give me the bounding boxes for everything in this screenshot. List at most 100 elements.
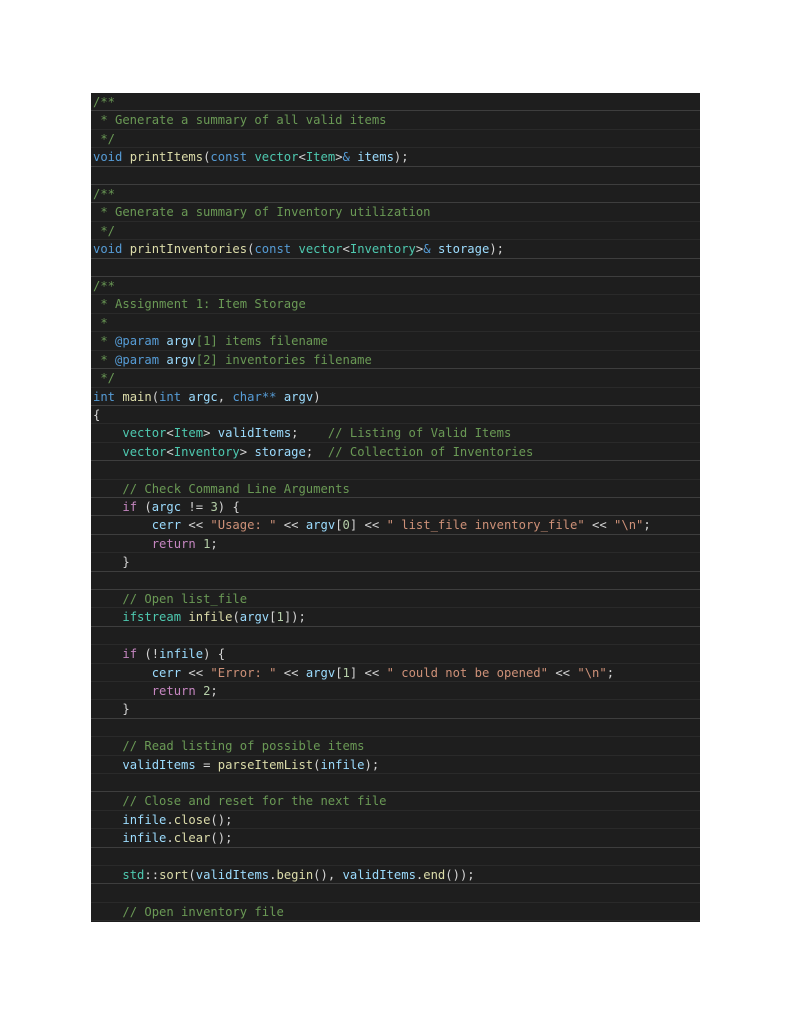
string-token: "Error: " [210, 665, 277, 680]
code-line[interactable] [91, 167, 700, 186]
keyword-token: & [423, 242, 431, 257]
code-line[interactable]: if (!infile) { [91, 645, 700, 664]
code-line[interactable] [91, 627, 700, 646]
variable-token: argc [188, 389, 218, 404]
code-line[interactable]: } [91, 700, 700, 719]
variable-token: infile [320, 757, 365, 772]
punctuation-token [431, 242, 438, 256]
code-line[interactable]: void printItems(const vector<Item>& item… [91, 148, 700, 167]
punctuation-token [93, 500, 122, 514]
variable-token: infile [122, 831, 167, 846]
variable-token: validItems [217, 426, 292, 441]
comment-token: /** [93, 279, 116, 294]
code-line[interactable]: // Open list_file [91, 590, 700, 609]
code-line[interactable]: * @param argv[1] items filename [91, 332, 700, 351]
function-name-token: infile [188, 610, 233, 625]
code-line[interactable]: vector<Item> validItems; // Listing of V… [91, 424, 700, 443]
code-line[interactable]: int main(int argc, char** argv) [91, 388, 700, 406]
function-name-token: printInventories [129, 242, 248, 257]
code-line[interactable]: */ [91, 369, 700, 388]
code-line[interactable]: * Generate a summary of all valid items [91, 111, 700, 130]
type-token: vector [298, 242, 343, 257]
code-line[interactable] [91, 461, 700, 480]
variable-token: argv [166, 334, 196, 349]
punctuation-token [93, 647, 122, 661]
code-line[interactable]: vector<Inventory> storage; // Collection… [91, 443, 700, 462]
variable-token: infile [122, 812, 167, 827]
code-line[interactable]: if (argc != 3) { [91, 498, 700, 517]
punctuation-token: , [217, 389, 233, 404]
punctuation-token: < [166, 426, 174, 441]
comment-token: // Listing of Valid Items [327, 426, 512, 441]
punctuation-token [93, 758, 122, 772]
comment-token: // Open list_file [122, 591, 248, 606]
punctuation-token: ); [393, 150, 409, 165]
comment-token: * Assignment 1: Item Storage [93, 297, 306, 312]
variable-token: validItems [195, 868, 270, 883]
code-line[interactable]: // Read listing of possible items [91, 737, 700, 756]
code-line[interactable]: infile.close(); [91, 811, 700, 830]
punctuation-token: ) [313, 389, 321, 404]
code-line[interactable]: infile.clear(); [91, 829, 700, 848]
punctuation-token: < [166, 444, 174, 459]
code-line[interactable]: } [91, 553, 700, 572]
number-token: 1 [342, 665, 350, 680]
punctuation-token: ]); [283, 610, 306, 625]
comment-token: // Close and reset for the next file [122, 794, 387, 809]
code-line[interactable]: * [91, 314, 700, 333]
comment-token: * Generate a summary of Inventory utiliz… [93, 205, 431, 220]
punctuation-token: ; [291, 426, 328, 441]
code-line[interactable]: */ [91, 222, 700, 241]
punctuation-token [93, 518, 152, 532]
variable-token: argv [283, 389, 314, 404]
code-line[interactable] [91, 774, 700, 793]
type-token: vector [122, 426, 167, 441]
code-line[interactable]: ifstream infile(argv[1]); [91, 608, 700, 627]
variable-token: storage [254, 444, 306, 459]
variable-token: items [357, 150, 394, 165]
punctuation-token [93, 831, 122, 845]
punctuation-token [93, 610, 122, 624]
code-line[interactable]: /** [91, 93, 700, 112]
punctuation-token [93, 666, 152, 680]
code-line[interactable] [91, 719, 700, 738]
code-line[interactable]: * Generate a summary of Inventory utiliz… [91, 203, 700, 222]
code-line[interactable]: // Check Command Line Arguments [91, 480, 700, 498]
code-line[interactable]: validItems = parseItemList(infile); [91, 756, 700, 775]
punctuation-token: << [181, 665, 211, 680]
variable-token: argv [305, 665, 336, 680]
punctuation-token [93, 482, 122, 496]
code-line[interactable] [91, 884, 700, 903]
comment-token: */ [93, 223, 116, 238]
code-line[interactable] [91, 572, 700, 590]
variable-token: argv [239, 610, 270, 625]
punctuation-token: != [181, 499, 211, 514]
code-line[interactable]: { [91, 406, 700, 425]
keyword-token: const [254, 242, 292, 257]
code-line[interactable]: void printInventories(const vector<Inven… [91, 240, 700, 259]
code-line[interactable]: /** [91, 185, 700, 204]
code-line[interactable]: // Close and reset for the next file [91, 792, 700, 811]
punctuation-token: > [203, 426, 218, 441]
code-line[interactable]: * @param argv[2] inventories filename [91, 351, 700, 370]
string-token: "\n" [614, 518, 644, 533]
code-line[interactable]: return 2; [91, 682, 700, 701]
punctuation-token: > [335, 150, 343, 165]
variable-token: cerr [151, 665, 182, 680]
code-line[interactable]: * Assignment 1: Item Storage [91, 295, 700, 314]
code-line[interactable] [91, 259, 700, 278]
code-line[interactable]: */ [91, 130, 700, 149]
code-editor[interactable]: /** * Generate a summary of all valid it… [91, 93, 700, 922]
code-line[interactable] [91, 848, 700, 867]
keyword-token: char** [232, 389, 277, 404]
code-line[interactable]: cerr << "Error: " << argv[1] << " could … [91, 664, 700, 682]
code-line[interactable]: /** [91, 277, 700, 296]
punctuation-token: < [342, 242, 350, 257]
punctuation-token: [ [335, 665, 343, 680]
code-line[interactable]: cerr << "Usage: " << argv[0] << " list_f… [91, 516, 700, 535]
code-line[interactable]: return 1; [91, 535, 700, 554]
function-name-token: printItems [129, 150, 204, 165]
code-line[interactable]: std::sort(validItems.begin(), validItems… [91, 866, 700, 885]
comment-token: * [93, 315, 108, 330]
code-line[interactable]: // Open inventory file [91, 903, 700, 922]
